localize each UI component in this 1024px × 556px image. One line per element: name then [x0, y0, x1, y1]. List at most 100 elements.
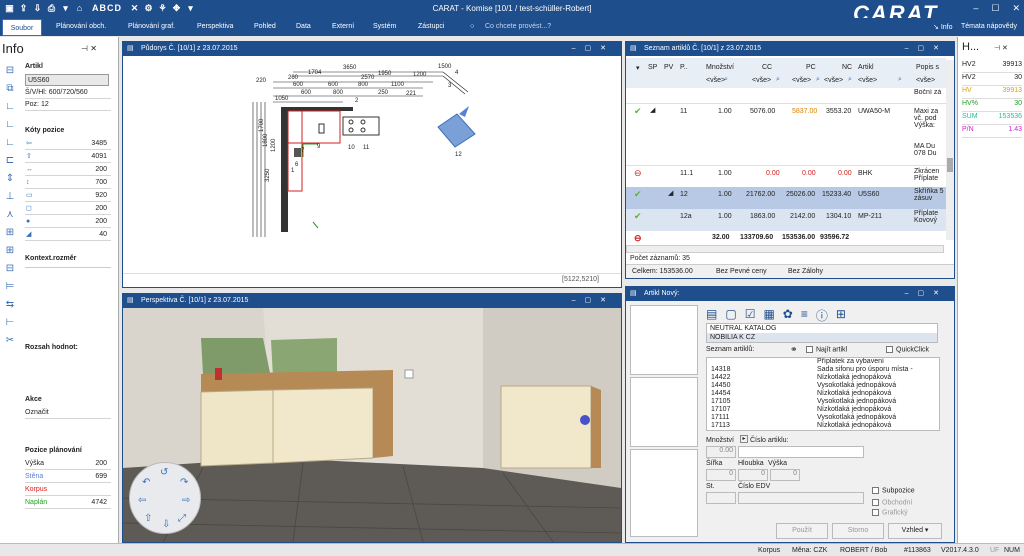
menu-soubor[interactable]: Soubor [2, 19, 42, 36]
artikl-value[interactable]: U5S60 [25, 74, 109, 86]
col-pc[interactable]: PC [806, 64, 816, 71]
book-icon[interactable]: ▤ [706, 307, 717, 324]
menu-perspektiva[interactable]: Perspektiva [197, 23, 234, 30]
search-icon[interactable]: ⌕ [898, 76, 902, 84]
table-row[interactable]: ✔ 12a 1.00 1863.00 2142.00 1304.10 MP-21… [626, 209, 946, 231]
pan-up-icon[interactable]: ⇧ [144, 513, 152, 524]
col-pv[interactable]: PV [664, 64, 673, 71]
col-artikl[interactable]: Artikl [858, 64, 874, 71]
info-icon[interactable]: ⓘ [816, 307, 828, 324]
corner3-icon[interactable]: ∟ [3, 137, 17, 149]
najit-checkbox[interactable]: Najít artikl [806, 346, 847, 353]
rotate-right-icon[interactable]: ↷ [180, 477, 188, 488]
page-icon[interactable]: ▢ [725, 307, 736, 324]
table-row-selected[interactable]: ✔ ◢ 12 1.00 21762.00 25026.00 15233.40 U… [626, 187, 946, 209]
hloubka-field[interactable]: 0 [738, 469, 768, 481]
menu-system[interactable]: Systém [373, 23, 396, 30]
catalog-list[interactable]: NEUTRAL KATALOG NOBILIA K CZ [706, 323, 938, 343]
play-icon[interactable]: ▸ [740, 435, 748, 443]
subpozice-checkbox[interactable]: Subpozice [872, 487, 915, 494]
st-field[interactable] [706, 492, 736, 504]
fork-icon[interactable]: ⋏ [3, 209, 17, 221]
col-nc[interactable]: NC [842, 64, 852, 71]
table-icon[interactable]: ⊟ [3, 263, 17, 275]
list-item[interactable]: 17105 Vysokotlaká jednopáková [707, 398, 939, 406]
cislo-edv-field[interactable] [738, 492, 864, 504]
storno-button[interactable]: Storno [832, 523, 884, 539]
scroll-thumb[interactable] [947, 158, 953, 172]
vyska-field[interactable]: 0 [770, 469, 800, 481]
checkbox[interactable] [872, 487, 879, 494]
checkbox[interactable] [872, 499, 879, 506]
scissors-icon[interactable]: ✂ [3, 335, 17, 347]
horizontal-scrollbar[interactable] [626, 245, 944, 253]
menu-planovani-obch[interactable]: Plánování obch. [56, 23, 106, 30]
help-link[interactable]: Témata nápovědy [961, 23, 1017, 30]
grid-icon[interactable]: ⊞ [3, 227, 17, 239]
catalog-item[interactable]: NEUTRAL KATALOG [707, 324, 937, 333]
zoom-icon[interactable]: ⤢ [178, 513, 186, 524]
stack-icon[interactable]: ▦ [763, 307, 774, 324]
minimize-icon[interactable]: – [973, 3, 978, 14]
close-icon[interactable]: ✕ [1012, 3, 1020, 14]
menu-pohled[interactable]: Pohled [254, 23, 276, 30]
menu-zastupci[interactable]: Zástupci [418, 23, 444, 30]
filter-popis[interactable]: <vše> [916, 77, 935, 84]
expand-icon[interactable]: ◢ [668, 189, 673, 197]
col-sp[interactable]: SP [648, 64, 657, 71]
swap-icon[interactable]: ⇆ [3, 299, 17, 311]
search-icon[interactable]: ⌕ [816, 76, 820, 84]
menu-data[interactable]: Data [296, 23, 311, 30]
search-icon[interactable]: ⌕ [848, 76, 852, 84]
align-icon[interactable]: ⊨ [3, 281, 17, 293]
checkbox[interactable] [872, 509, 879, 516]
mnozstvi-field[interactable]: 0.00 [706, 446, 736, 458]
checkbox[interactable] [806, 346, 813, 353]
filter-pc[interactable]: <vše> [792, 77, 811, 84]
rotate-up-icon[interactable]: ↺ [160, 467, 168, 478]
col-popis[interactable]: Popis s [916, 64, 939, 71]
corner2-icon[interactable]: ∟ [3, 119, 17, 131]
graficky-checkbox[interactable]: Grafický [872, 509, 908, 516]
info-link[interactable]: ↘ Info [933, 23, 953, 31]
list-item[interactable]: 14318 Sada sifonu pro úsporu místa - [707, 366, 939, 374]
list-icon[interactable]: ≡ [801, 307, 808, 324]
window-controls[interactable]: –▢✕ [905, 287, 948, 301]
list-item[interactable]: Příplatek za vybavení [707, 358, 939, 366]
catalog-item[interactable]: NOBILIA K CZ [707, 333, 937, 342]
window-controls[interactable]: –▢✕ [905, 42, 948, 56]
quickclick-checkbox[interactable]: QuickClick [886, 346, 929, 353]
list-item[interactable]: 17111 Vysokotlaká jednopáková [707, 414, 939, 422]
table-row[interactable]: ✔ ◢ 11 1.00 5076.00 5837.00 3553.20 UWA5… [626, 103, 946, 133]
col-cc[interactable]: CC [762, 64, 772, 71]
search-icon[interactable]: ⌕ [776, 76, 780, 84]
measure-icon[interactable]: ⊢ [3, 317, 17, 329]
search-field[interactable]: Co chcete provést...? [485, 23, 551, 30]
filter-mnozstvi[interactable]: <vše> [706, 77, 725, 84]
list-item[interactable]: 17107 Nízkotlaká jednopáková [707, 406, 939, 414]
split-icon[interactable]: ⊥ [3, 191, 17, 203]
filter-cc[interactable]: <vše> [752, 77, 771, 84]
expand-icon[interactable]: ◢ [650, 106, 655, 114]
menu-externi[interactable]: Externí [332, 23, 354, 30]
pin-icon[interactable]: ⊣ ✕ [81, 44, 97, 53]
filter-nc[interactable]: <vše> [824, 77, 843, 84]
grid2-icon[interactable]: ⊞ [3, 245, 17, 257]
navigation-wheel[interactable]: ↺ ↶ ↷ ⇦ ⇨ ⇧ ⇩ ⤢ [129, 462, 201, 534]
window-controls[interactable]: –▢✕ [572, 294, 615, 308]
pin-icon[interactable]: ⊣ ✕ [994, 44, 1008, 52]
filter-artikl[interactable]: <vše> [858, 77, 877, 84]
table-row[interactable]: ⊖ 11.1 1.00 0.00 0.00 0.00 BHK Zkrácen P… [626, 165, 946, 185]
ruler-icon[interactable]: ⊟ [3, 65, 17, 77]
palette-icon[interactable]: ✿ [783, 307, 793, 324]
artikl-list[interactable]: Příplatek za vybavení 14318 Sada sifonu p… [706, 357, 940, 431]
window-controls[interactable]: –▢✕ [572, 42, 615, 56]
step-icon[interactable]: ⊏ [3, 155, 17, 167]
list-item[interactable]: 17113 Nízkotlaká jednopáková [707, 422, 939, 430]
pouzit-button[interactable]: Použít [776, 523, 828, 539]
add-icon[interactable]: ⊞ [836, 307, 846, 324]
vertical-scrollbar[interactable] [946, 60, 954, 240]
search-icon[interactable]: ⌕ [724, 76, 728, 84]
pan-down-icon[interactable]: ⇩ [162, 519, 170, 530]
maximize-icon[interactable]: ☐ [991, 3, 999, 14]
